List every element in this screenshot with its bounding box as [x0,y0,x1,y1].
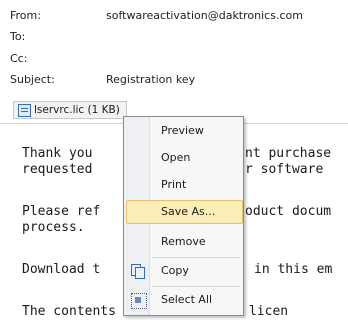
body-line-2: requested [22,162,93,177]
menu-item-label: Save As... [161,205,216,218]
body-line-4: process. [22,220,85,235]
body-fragment-4: in this em [254,262,333,277]
subject-value: Registration key [106,73,196,86]
menu-separator [152,286,240,287]
menu-item-open[interactable]: Open [126,146,241,170]
body-line-3: Please ref [22,204,101,219]
menu-item-label: Select All [161,293,213,306]
menu-item-copy[interactable]: Copy [126,259,241,283]
message-header: From: softwareactivation@daktronics.com … [0,0,348,96]
menu-item-label: Print [161,178,187,191]
menu-separator [152,257,240,258]
body-fragment-1: nt purchase [245,146,332,161]
menu-item-print[interactable]: Print [126,173,241,197]
menu-item-label: Copy [161,264,189,277]
from-label: From: [10,9,41,22]
menu-item-label: Open [161,151,191,164]
from-value[interactable]: softwareactivation@daktronics.com [106,9,303,23]
menu-item-label: Preview [161,124,204,137]
body-fragment-2: r software [245,162,324,177]
copy-icon [131,264,145,279]
to-label: To: [10,30,26,43]
body-line-1: Thank you [22,146,93,161]
attachment-name: lservrc.lic (1 KB) [34,104,120,116]
subject-label: Subject: [10,73,55,86]
menu-item-save-as[interactable]: Save As... [126,200,243,224]
attachment-context-menu: Preview Open Print Save As... Remove Cop… [123,116,244,316]
cc-label: Cc: [10,52,28,65]
menu-item-label: Remove [161,235,206,248]
attachment-file-icon [18,104,31,117]
attachment-item[interactable]: lservrc.lic (1 KB) [13,101,127,119]
body-line-5: Download t [22,262,101,277]
menu-item-select-all[interactable]: Select All [126,288,241,312]
select-all-icon [131,293,147,309]
menu-item-remove[interactable]: Remove [126,230,241,254]
menu-item-preview[interactable]: Preview [126,119,241,143]
body-fragment-3: oduct docum [245,204,332,219]
